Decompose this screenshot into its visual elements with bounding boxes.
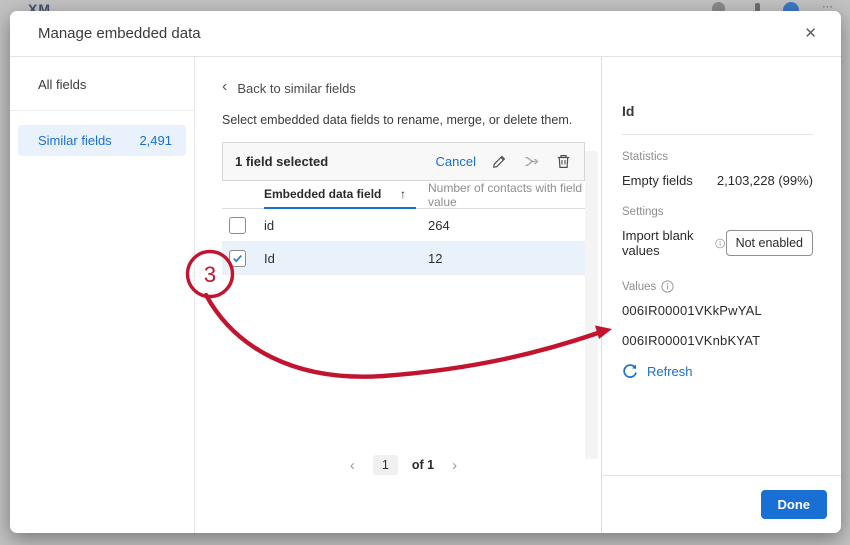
field-name-cell: Id <box>264 251 416 266</box>
info-icon <box>661 280 674 293</box>
selection-toolbar: 1 field selected Cancel <box>222 142 585 181</box>
empty-fields-label: Empty fields <box>622 173 693 188</box>
divider <box>622 134 813 135</box>
main-panel: ‹ Back to similar fields Select embedded… <box>195 57 601 533</box>
detail-content: Id Statistics Empty fields 2,103,228 (99… <box>602 57 841 475</box>
settings-label: Settings <box>622 206 813 218</box>
sidebar-section: All fields <box>10 57 194 111</box>
next-page-icon[interactable]: › <box>448 457 461 474</box>
close-icon[interactable]: ✕ <box>800 22 821 45</box>
import-blank-values-label: Import blank values <box>622 228 710 258</box>
previous-page-icon[interactable]: ‹ <box>346 457 359 474</box>
current-page-number: 1 <box>373 455 398 475</box>
page-of-label: of 1 <box>412 458 434 472</box>
sidebar-item-all-fields[interactable]: All fields <box>10 77 194 92</box>
value-item: 006IR00001VKnbKYAT <box>622 333 813 348</box>
merge-icon[interactable] <box>523 153 540 170</box>
manage-embedded-data-modal: Manage embedded data ✕ All fields Simila… <box>10 11 841 533</box>
selected-count-text: 1 field selected <box>235 154 328 169</box>
back-link-label: Back to similar fields <box>237 81 355 96</box>
fields-sidebar: All fields Similar fields 2,491 <box>10 57 195 533</box>
instructions-text: Select embedded data fields to rename, m… <box>222 113 585 127</box>
table-row[interactable]: id 264 <box>222 209 585 242</box>
column-header-embedded-data-field[interactable]: Embedded data field ↑ <box>264 181 416 209</box>
empty-fields-value: 2,103,228 (99%) <box>717 173 813 188</box>
sidebar-item-count: 2,491 <box>139 133 172 148</box>
checkmark-icon <box>232 253 243 264</box>
table-header-row: Embedded data field ↑ Number of contacts… <box>222 181 585 209</box>
back-to-similar-fields-link[interactable]: ‹ Back to similar fields <box>222 80 356 96</box>
row-checkbox-checked[interactable] <box>229 250 246 267</box>
sort-ascending-icon: ↑ <box>400 187 406 201</box>
scrollbar[interactable] <box>585 151 598 459</box>
modal-title: Manage embedded data <box>38 25 201 42</box>
empty-fields-stat: Empty fields 2,103,228 (99%) <box>622 173 813 188</box>
sidebar-item-similar-fields[interactable]: Similar fields 2,491 <box>18 125 186 156</box>
sidebar-item-label: Similar fields <box>38 133 112 148</box>
pagination: ‹ 1 of 1 › <box>222 455 585 475</box>
values-label: Values <box>622 280 813 293</box>
table-row-selected[interactable]: Id 12 <box>222 242 585 275</box>
modal-body: All fields Similar fields 2,491 ‹ Back t… <box>10 57 841 533</box>
info-icon <box>715 237 725 250</box>
not-enabled-button[interactable]: Not enabled <box>726 230 813 256</box>
refresh-button[interactable]: Refresh <box>622 363 693 379</box>
refresh-icon <box>622 363 638 379</box>
refresh-label: Refresh <box>647 364 693 379</box>
cancel-button[interactable]: Cancel <box>436 154 476 169</box>
chevron-left-icon: ‹ <box>222 79 227 95</box>
modal-footer: Done <box>602 475 841 533</box>
modal-header: Manage embedded data ✕ <box>10 11 841 57</box>
done-button[interactable]: Done <box>761 490 828 519</box>
value-item: 006IR00001VKkPwYAL <box>622 303 813 318</box>
detail-field-title: Id <box>622 103 813 119</box>
field-detail-panel: Id Statistics Empty fields 2,103,228 (99… <box>601 57 841 533</box>
field-count-cell: 264 <box>416 218 585 233</box>
row-checkbox-unchecked[interactable] <box>229 217 246 234</box>
statistics-label: Statistics <box>622 151 813 163</box>
field-count-cell: 12 <box>416 251 585 266</box>
field-name-cell: id <box>264 218 416 233</box>
delete-trash-icon[interactable] <box>555 153 572 170</box>
rename-pencil-icon[interactable] <box>491 153 508 170</box>
column-header-contacts-count[interactable]: Number of contacts with field value <box>416 181 585 209</box>
import-blank-values-setting: Import blank values Not enabled <box>622 228 813 258</box>
